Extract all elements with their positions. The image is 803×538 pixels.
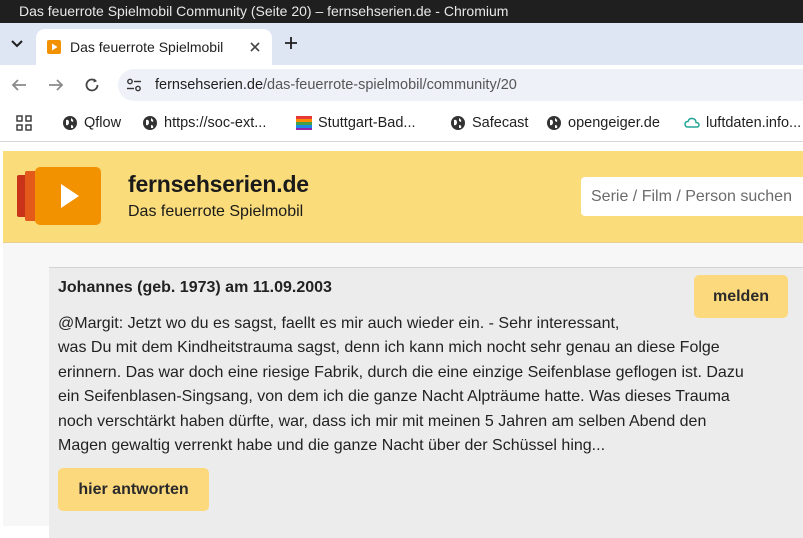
comment-line: Magen gewaltig verrenkt habe und die gan… bbox=[58, 437, 606, 455]
reload-icon bbox=[85, 78, 99, 92]
globe-icon bbox=[547, 116, 561, 130]
new-tab-button[interactable] bbox=[280, 32, 302, 54]
cloud-icon bbox=[684, 117, 700, 128]
comment-author: Johannes (geb. 1973) am 11.09.2003 bbox=[58, 279, 332, 296]
bookmark-opengeiger[interactable]: opengeiger.de bbox=[546, 105, 660, 141]
series-title[interactable]: Das feuerrote Spielmobil bbox=[128, 203, 303, 221]
tab-strip: Das feuerrote Spielmobil bbox=[0, 23, 803, 65]
comment-text: @Margit: Jetzt wo du es sagst, faellt es… bbox=[58, 312, 793, 458]
bookmarks-bar: Qflow https://soc-ext... Stuttgart-Bad..… bbox=[0, 105, 803, 141]
site-info-icon[interactable] bbox=[126, 77, 142, 93]
arrow-right-icon bbox=[49, 79, 64, 91]
bookmark-soc-ext[interactable]: https://soc-ext... bbox=[142, 105, 266, 141]
reply-button[interactable]: hier antworten bbox=[58, 468, 209, 511]
reload-button[interactable] bbox=[82, 75, 102, 95]
bookmark-qflow[interactable]: Qflow bbox=[62, 105, 121, 141]
comment-line: ein Seifenblasen-Singsang, von dem ich d… bbox=[58, 388, 730, 406]
bookmark-label: Qflow bbox=[84, 115, 122, 131]
fernsehserien-logo[interactable] bbox=[17, 167, 101, 225]
comment-line: noch verschtärkt haben dürfte, war, dass… bbox=[58, 412, 707, 430]
url-text[interactable]: fernsehserien.de/das-feuerrote-spielmobi… bbox=[155, 69, 517, 101]
close-icon bbox=[250, 42, 260, 52]
window-title: Das feuerrote Spielmobil Community (Seit… bbox=[0, 0, 803, 23]
flag-icon bbox=[296, 116, 312, 130]
apps-grid-icon bbox=[16, 115, 32, 131]
bookmark-label: Stuttgart-Bad... bbox=[318, 115, 416, 131]
globe-icon bbox=[63, 116, 77, 130]
tab-active[interactable]: Das feuerrote Spielmobil bbox=[36, 29, 272, 65]
chevron-down-icon bbox=[11, 40, 23, 48]
address-bar[interactable]: fernsehserien.de/das-feuerrote-spielmobi… bbox=[118, 69, 803, 101]
globe-icon bbox=[143, 116, 157, 130]
site-header: fernsehserien.de Das feuerrote Spielmobi… bbox=[3, 151, 803, 243]
comment-line: erinnern. Das war doch eine riesige Fabr… bbox=[58, 363, 744, 381]
bookmark-label: Safecast bbox=[472, 115, 529, 131]
plus-icon bbox=[285, 37, 297, 49]
site-brand[interactable]: fernsehserien.de bbox=[128, 171, 309, 198]
main-content: Johannes (geb. 1973) am 11.09.2003 melde… bbox=[3, 243, 803, 538]
bookmark-label: https://soc-ext... bbox=[164, 115, 267, 131]
forward-button[interactable] bbox=[46, 75, 66, 95]
comment-line: was Du mit dem Kindheitstrauma sagst, de… bbox=[58, 339, 720, 357]
globe-icon bbox=[451, 116, 465, 130]
bookmark-safecast[interactable]: Safecast bbox=[450, 105, 528, 141]
bookmark-label: luftdaten.info... bbox=[706, 115, 802, 131]
bookmark-luftdaten[interactable]: luftdaten.info... bbox=[684, 105, 801, 141]
tab-search-button[interactable] bbox=[4, 31, 30, 57]
url-path: /das-feuerrote-spielmobil/community/20 bbox=[263, 77, 517, 93]
search-input[interactable]: Serie / Film / Person suchen bbox=[581, 177, 803, 216]
comment-card: Johannes (geb. 1973) am 11.09.2003 melde… bbox=[49, 267, 803, 538]
url-host: fernsehserien.de bbox=[155, 77, 264, 93]
apps-button[interactable] bbox=[16, 105, 38, 141]
browser-toolbar: fernsehserien.de/das-feuerrote-spielmobi… bbox=[0, 65, 803, 105]
tab-close-button[interactable] bbox=[246, 38, 264, 56]
play-icon bbox=[47, 40, 61, 54]
back-button[interactable] bbox=[9, 75, 29, 95]
bookmark-label: opengeiger.de bbox=[568, 115, 660, 131]
comment-line: @Margit: Jetzt wo du es sagst, faellt es… bbox=[58, 315, 620, 332]
arrow-left-icon bbox=[11, 79, 26, 91]
bookmark-stuttgart[interactable]: Stuttgart-Bad... bbox=[296, 105, 416, 141]
tab-title: Das feuerrote Spielmobil bbox=[70, 39, 224, 55]
